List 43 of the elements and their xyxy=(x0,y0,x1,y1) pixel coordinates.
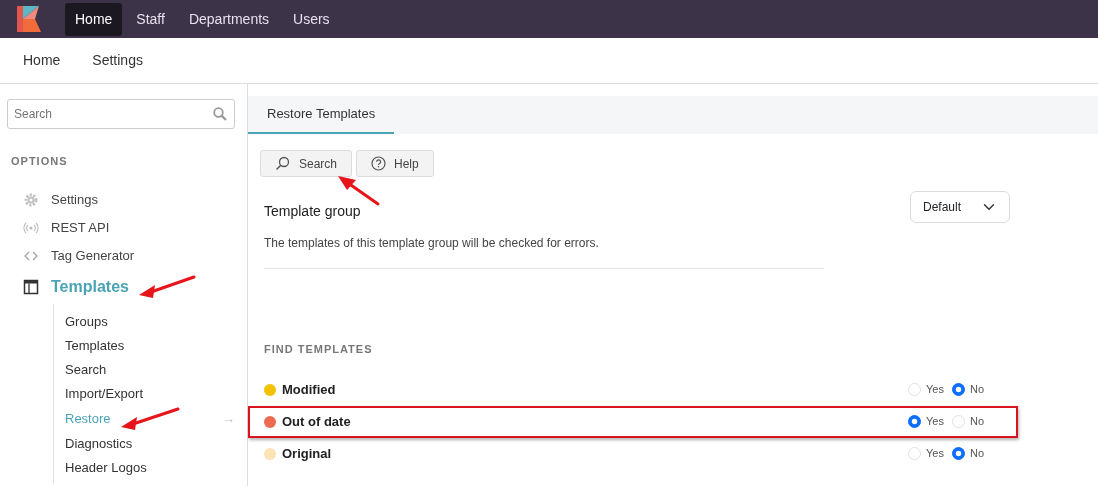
layout-icon xyxy=(23,278,39,295)
search-field[interactable]: Search xyxy=(7,99,235,129)
sidebar-subitem[interactable]: Header Logos xyxy=(65,455,147,480)
nav-link[interactable]: Home xyxy=(65,2,123,36)
logo-icon[interactable] xyxy=(17,6,41,32)
nav-link[interactable]: Staff xyxy=(126,2,175,36)
section-heading: FIND TEMPLATES xyxy=(263,342,374,357)
radio-button[interactable] xyxy=(951,447,965,460)
radio-label: No xyxy=(969,446,984,462)
search-icon xyxy=(213,107,227,121)
sidebar-subitem[interactable]: Search xyxy=(65,357,107,382)
search-icon xyxy=(275,155,291,172)
sidebar-subitem[interactable]: Groups xyxy=(65,309,108,334)
nav-link[interactable]: Departments xyxy=(178,2,280,36)
radio-button[interactable] xyxy=(908,415,921,428)
field-label: Template group xyxy=(264,202,362,221)
radio-label: No xyxy=(969,414,984,430)
toolbar-button[interactable]: Search xyxy=(260,150,353,177)
radio-label: Yes xyxy=(926,414,944,430)
dropdown[interactable]: Default xyxy=(910,191,1010,223)
arrow-glyph: → xyxy=(222,409,235,428)
section-heading: OPTIONS xyxy=(11,154,69,169)
radio-label: Yes xyxy=(926,382,944,398)
sidebar-subitem[interactable]: Templates xyxy=(65,333,125,358)
filter-label: Modified xyxy=(282,380,336,399)
radio-button[interactable] xyxy=(951,383,965,396)
nav-link[interactable]: Users xyxy=(283,2,340,36)
radio-label: No xyxy=(969,382,984,398)
tab[interactable]: Restore Templates xyxy=(248,96,395,134)
sidebar-item[interactable]: REST API xyxy=(51,213,110,242)
sidebar-subitem[interactable]: Import/Export xyxy=(65,381,144,406)
filter-label: Out of date xyxy=(282,412,351,431)
radio-label: Yes xyxy=(926,446,944,462)
gear-icon xyxy=(23,191,39,208)
nav-link[interactable]: Settings xyxy=(92,50,143,71)
filter-label: Original xyxy=(282,444,332,463)
sidebar-item[interactable]: Tag Generator xyxy=(51,241,135,270)
help-icon xyxy=(371,156,387,171)
nav-link[interactable]: Home xyxy=(23,50,61,71)
sidebar-subitem[interactable]: Diagnostics xyxy=(65,431,133,456)
sidebar-item[interactable]: Settings xyxy=(51,185,98,214)
field-description: The templates of this template group will be checked for errors. xyxy=(264,235,600,252)
toolbar-button[interactable]: Help xyxy=(356,150,434,177)
